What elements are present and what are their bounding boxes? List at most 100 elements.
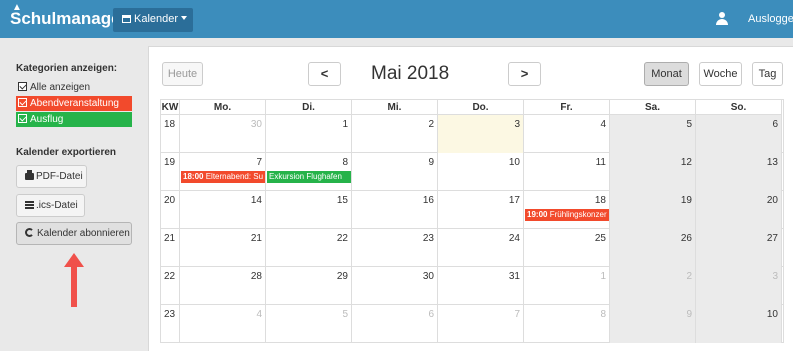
pdf-export-button[interactable]: PDF-Datei [16, 165, 87, 188]
day-cell[interactable]: 3 [696, 267, 782, 305]
day-cell[interactable]: 9 [610, 305, 696, 343]
prev-month-button[interactable]: < [308, 62, 341, 86]
day-number: 6 [772, 119, 778, 130]
day-cell[interactable]: 21 [180, 229, 266, 267]
week-number: 22 [161, 267, 180, 305]
checkbox-icon[interactable] [18, 98, 27, 107]
day-cell[interactable]: 8 [524, 305, 610, 343]
category-label: Ausflug [30, 114, 64, 125]
day-cell[interactable]: 10 [438, 153, 524, 191]
event-title: Elternabend: Su [205, 172, 264, 181]
today-button[interactable]: Heute [162, 62, 203, 86]
subscribe-calendar-button[interactable]: Kalender abonnieren [16, 222, 132, 245]
day-number: 30 [250, 119, 262, 130]
user-icon[interactable] [716, 12, 728, 25]
day-cell[interactable]: 11 [524, 153, 610, 191]
day-cell[interactable]: 17 [438, 191, 524, 229]
categories-title: Kategorien anzeigen: [16, 63, 118, 74]
day-cell[interactable]: 1 [524, 267, 610, 305]
day-number: 3 [772, 271, 778, 282]
day-cell[interactable]: 24 [438, 229, 524, 267]
day-cell[interactable]: 14 [180, 191, 266, 229]
day-number: 31 [508, 271, 520, 282]
day-number: 27 [766, 233, 778, 244]
day-number: 5 [342, 309, 348, 320]
day-cell[interactable]: 23 [352, 229, 438, 267]
day-cell[interactable]: 10 [696, 305, 782, 343]
day-number: 28 [250, 271, 262, 282]
day-cell[interactable]: 30 [352, 267, 438, 305]
calendar-menu-label: Kalender [134, 13, 179, 25]
day-number: 18 [594, 195, 606, 206]
day-cell[interactable]: 12 [610, 153, 696, 191]
day-cell[interactable]: 4 [180, 305, 266, 343]
day-cell[interactable]: 9 [352, 153, 438, 191]
calendar-icon [122, 15, 131, 23]
view-month-button[interactable]: Monat [644, 62, 689, 86]
print-icon [25, 170, 34, 180]
day-cell[interactable]: 15 [266, 191, 352, 229]
logout-link[interactable]: Ausloggen [748, 13, 793, 25]
category-abendveranstaltung[interactable]: Abendveranstaltung [16, 96, 132, 111]
brand-logo[interactable]: ▲ Schulmanager [10, 2, 127, 29]
day-number: 4 [600, 119, 606, 130]
calendar-menu-button[interactable]: Kalender [113, 8, 193, 32]
day-cell[interactable]: 26 [610, 229, 696, 267]
category-label: Alle anzeigen [30, 82, 91, 93]
day-cell[interactable]: 13 [696, 153, 782, 191]
day-number: 26 [680, 233, 692, 244]
header-weekday: Fr. [524, 100, 610, 115]
day-number: 25 [594, 233, 606, 244]
day-cell[interactable]: 25 [524, 229, 610, 267]
week-row: 20 14 15 16 17 18 19 20 [161, 191, 783, 229]
day-number: 8 [600, 309, 606, 320]
day-cell[interactable]: 20 [696, 191, 782, 229]
arrow-up-icon [64, 253, 84, 307]
calendar-event[interactable]: 18:00 Elternabend: Su [181, 171, 265, 183]
day-cell[interactable]: 2 [610, 267, 696, 305]
week-row: 18 30 1 2 3 4 5 6 [161, 115, 783, 153]
day-cell[interactable]: 29 [266, 267, 352, 305]
day-cell[interactable]: 28 [180, 267, 266, 305]
day-cell[interactable]: 30 [180, 115, 266, 153]
calendar-event[interactable]: Exkursion Flughafen [267, 171, 351, 183]
day-cell[interactable]: 16 [352, 191, 438, 229]
calendar-event[interactable]: 19:00 Frühlingskonzer [525, 209, 609, 221]
day-cell[interactable]: 6 [696, 115, 782, 153]
day-number: 21 [250, 233, 262, 244]
event-title: Frühlingskonzer [549, 210, 607, 219]
day-number: 9 [686, 309, 692, 320]
view-week-button[interactable]: Woche [699, 62, 742, 86]
checkbox-icon[interactable] [18, 82, 27, 91]
day-cell[interactable]: 6 [352, 305, 438, 343]
day-number: 10 [766, 309, 778, 320]
day-number: 1 [600, 271, 606, 282]
category-ausflug[interactable]: Ausflug [16, 112, 132, 127]
day-cell[interactable]: 27 [696, 229, 782, 267]
day-cell[interactable]: 5 [610, 115, 696, 153]
header-weekday: Mo. [180, 100, 266, 115]
day-number: 13 [766, 157, 778, 168]
day-number: 22 [336, 233, 348, 244]
day-number: 17 [508, 195, 520, 206]
day-cell[interactable]: 5 [266, 305, 352, 343]
day-cell[interactable]: 1 [266, 115, 352, 153]
view-day-button[interactable]: Tag [752, 62, 783, 86]
top-navbar: ▲ Schulmanager Kalender Ausloggen [0, 0, 793, 38]
day-cell[interactable]: 31 [438, 267, 524, 305]
day-cell[interactable]: 19 [610, 191, 696, 229]
day-number: 20 [766, 195, 778, 206]
refresh-icon [25, 228, 34, 237]
day-cell[interactable]: 4 [524, 115, 610, 153]
ics-export-button[interactable]: .ics-Datei [16, 194, 85, 217]
week-number: 18 [161, 115, 180, 153]
day-number: 9 [428, 157, 434, 168]
day-cell[interactable]: 7 [438, 305, 524, 343]
checkbox-icon[interactable] [18, 114, 27, 123]
day-cell[interactable]: 2 [352, 115, 438, 153]
week-row: 21 21 22 23 24 25 26 27 [161, 229, 783, 267]
day-cell[interactable]: 22 [266, 229, 352, 267]
day-cell[interactable]: 3 [438, 115, 524, 153]
next-month-button[interactable]: > [508, 62, 541, 86]
category-all[interactable]: Alle anzeigen [16, 80, 132, 95]
